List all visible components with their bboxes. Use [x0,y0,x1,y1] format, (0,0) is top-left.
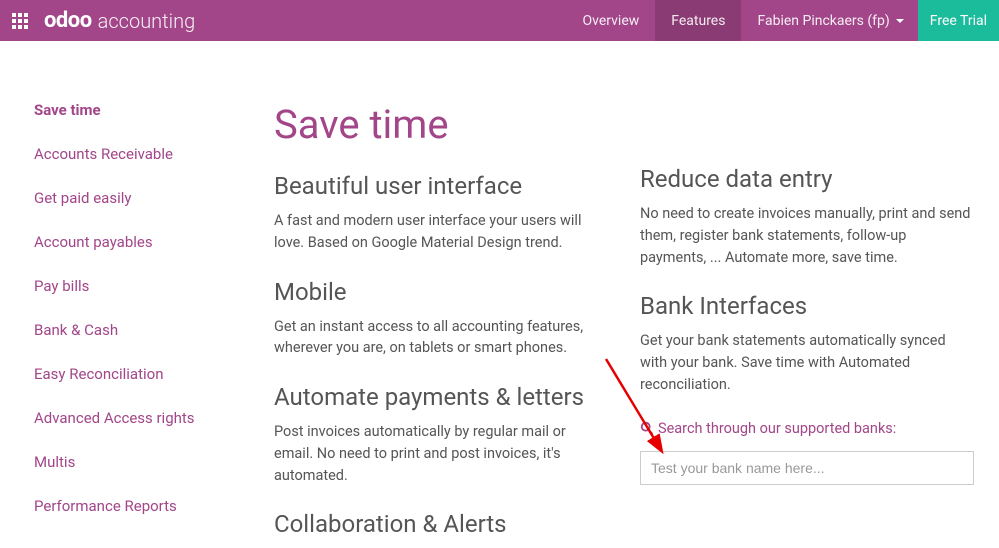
nav-features[interactable]: Features [655,0,741,41]
section-heading-ui: Beautiful user interface [274,172,596,200]
brand[interactable]: odoo accounting [40,0,203,41]
section-body-ui: A fast and modern user interface your us… [274,210,596,254]
section-body-mobile: Get an instant access to all accounting … [274,316,596,360]
sidebar: Save time Accounts Receivable Get paid e… [34,101,274,548]
brand-logo: odoo [44,8,92,33]
bank-search-input[interactable] [640,451,974,485]
section-body-automate: Post invoices automatically by regular m… [274,421,596,486]
section-heading-collab: Collaboration & Alerts [274,510,596,538]
bank-search-label-text: Search through our supported banks: [658,420,896,437]
sidebar-item-save-time[interactable]: Save time [34,101,274,119]
sidebar-item-performance-reports[interactable]: Performance Reports [34,497,274,515]
apps-icon[interactable] [0,0,40,41]
sidebar-item-advanced-access-rights[interactable]: Advanced Access rights [34,409,274,427]
content: Save time Beautiful user interface A fas… [274,101,975,548]
page-title: Save time [274,101,596,148]
sidebar-item-get-paid-easily[interactable]: Get paid easily [34,189,274,207]
section-body-bank: Get your bank statements automatically s… [640,330,974,395]
nav-overview[interactable]: Overview [567,0,656,41]
nav-free-trial[interactable]: Free Trial [918,0,999,41]
sidebar-item-accounts-receivable[interactable]: Accounts Receivable [34,145,274,163]
section-body-reduce: No need to create invoices manually, pri… [640,203,974,268]
nav-user[interactable]: Fabien Pinckaers (fp) [741,0,917,41]
search-icon [640,421,654,435]
sidebar-item-easy-reconciliation[interactable]: Easy Reconciliation [34,365,274,383]
nav-user-name: Fabien Pinckaers (fp) [757,13,889,29]
section-heading-reduce: Reduce data entry [640,165,974,193]
caret-down-icon [896,19,904,23]
section-heading-automate: Automate payments & letters [274,383,596,411]
topbar: odoo accounting Overview Features Fabien… [0,0,999,41]
sidebar-item-multis[interactable]: Multis [34,453,274,471]
sidebar-item-bank-cash[interactable]: Bank & Cash [34,321,274,339]
section-heading-mobile: Mobile [274,278,596,306]
sidebar-item-pay-bills[interactable]: Pay bills [34,277,274,295]
section-heading-bank: Bank Interfaces [640,292,974,320]
page: Save time Accounts Receivable Get paid e… [0,41,999,548]
content-col-left: Save time Beautiful user interface A fas… [274,101,596,548]
content-col-right: Reduce data entry No need to create invo… [640,101,974,548]
sidebar-item-account-payables[interactable]: Account payables [34,233,274,251]
brand-sub: accounting [98,9,196,33]
bank-search-label: Search through our supported banks: [640,420,974,437]
